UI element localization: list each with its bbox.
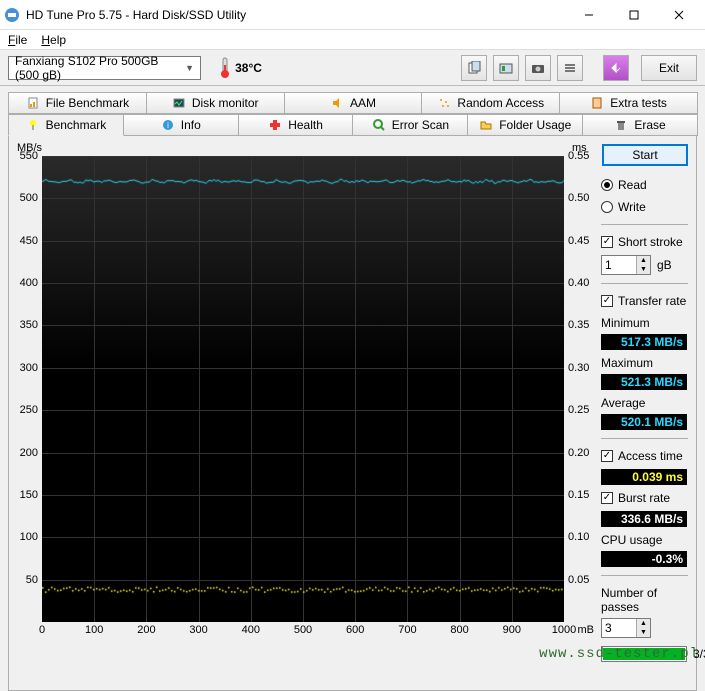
tab-file-benchmark[interactable]: File Benchmark bbox=[8, 92, 147, 114]
spin-up-icon[interactable]: ▲ bbox=[637, 619, 650, 628]
minimize-button[interactable] bbox=[566, 0, 611, 29]
chevron-down-icon: ▼ bbox=[185, 63, 194, 73]
info-icon: i bbox=[161, 118, 175, 132]
health-icon bbox=[268, 118, 282, 132]
check-icon: ✓ bbox=[601, 492, 613, 504]
num-passes-label: Number of passes bbox=[601, 586, 688, 614]
short-stroke-check[interactable]: ✓Short stroke bbox=[601, 233, 688, 251]
tab-extra-tests[interactable]: Extra tests bbox=[559, 92, 698, 114]
benchmark-icon bbox=[26, 118, 40, 132]
benchmark-content: MB/s 50100150200250300350400450500550 01… bbox=[8, 136, 697, 691]
burst-rate-value: 336.6 MB/s bbox=[601, 511, 687, 527]
watermark: www.ssd-tester.pl bbox=[539, 646, 699, 662]
temperature-value: 38°C bbox=[235, 61, 262, 75]
maximum-value: 521.3 MB/s bbox=[601, 374, 687, 390]
random-access-icon bbox=[437, 96, 451, 110]
check-icon: ✓ bbox=[601, 450, 613, 462]
svg-text:i: i bbox=[167, 121, 169, 130]
thermometer-icon bbox=[219, 57, 231, 79]
toolbar: Fanxiang S102 Pro 500GB (500 gB) ▼ 38°C … bbox=[0, 50, 705, 86]
tabs-row-bottom: Benchmark iInfo Health Error Scan Folder… bbox=[8, 114, 697, 136]
spin-down-icon[interactable]: ▼ bbox=[637, 265, 650, 274]
app-icon bbox=[4, 7, 20, 23]
check-icon: ✓ bbox=[601, 295, 613, 307]
cpu-usage-label: CPU usage bbox=[601, 533, 688, 547]
start-button[interactable]: Start bbox=[602, 144, 688, 166]
copy-info-button[interactable] bbox=[461, 55, 487, 81]
tab-aam[interactable]: AAM bbox=[284, 92, 423, 114]
short-stroke-input[interactable] bbox=[602, 258, 636, 272]
tab-benchmark[interactable]: Benchmark bbox=[8, 114, 124, 136]
short-stroke-unit: gB bbox=[657, 258, 672, 272]
chart-column: MB/s 50100150200250300350400450500550 01… bbox=[15, 142, 591, 688]
maximum-label: Maximum bbox=[601, 356, 688, 370]
read-radio-row[interactable]: Read bbox=[601, 176, 688, 194]
disk-monitor-icon bbox=[172, 96, 186, 110]
y-axis-right: ms 0.050.100.150.200.250.300.350.400.450… bbox=[564, 142, 591, 688]
radio-icon bbox=[601, 201, 613, 213]
temperature-display: 38°C bbox=[219, 57, 262, 79]
error-scan-icon bbox=[372, 118, 386, 132]
tabs-row-top: File Benchmark Disk monitor AAM Random A… bbox=[8, 92, 697, 114]
access-time-value: 0.039 ms bbox=[601, 469, 687, 485]
tab-info[interactable]: iInfo bbox=[123, 114, 239, 136]
drive-select[interactable]: Fanxiang S102 Pro 500GB (500 gB) ▼ bbox=[8, 56, 201, 80]
side-panel: Start Read Write ✓Short stroke ▲▼ gB ✓Tr… bbox=[591, 142, 688, 688]
transfer-rate-check[interactable]: ✓Transfer rate bbox=[601, 292, 688, 310]
folder-usage-icon bbox=[479, 118, 493, 132]
average-value: 520.1 MB/s bbox=[601, 414, 687, 430]
minimum-label: Minimum bbox=[601, 316, 688, 330]
spin-up-icon[interactable]: ▲ bbox=[637, 256, 650, 265]
y-axis-left: MB/s 50100150200250300350400450500550 bbox=[15, 142, 42, 688]
file-benchmark-icon bbox=[26, 96, 40, 110]
menubar: File Help bbox=[0, 30, 705, 50]
tab-folder-usage[interactable]: Folder Usage bbox=[467, 114, 583, 136]
cpu-usage-value: -0.3% bbox=[601, 551, 687, 567]
short-stroke-spinbox[interactable]: ▲▼ bbox=[601, 255, 651, 275]
erase-icon bbox=[614, 118, 628, 132]
extra-tests-icon bbox=[590, 96, 604, 110]
tab-random-access[interactable]: Random Access bbox=[421, 92, 560, 114]
options-button[interactable] bbox=[557, 55, 583, 81]
spin-down-icon[interactable]: ▼ bbox=[637, 628, 650, 637]
close-button[interactable] bbox=[656, 0, 701, 29]
screenshot-button[interactable] bbox=[525, 55, 551, 81]
tab-disk-monitor[interactable]: Disk monitor bbox=[146, 92, 285, 114]
copy-screenshot-button[interactable] bbox=[493, 55, 519, 81]
num-passes-spinbox[interactable]: ▲▼ bbox=[601, 618, 651, 638]
benchmark-chart: 01002003004005006007008009001000mB bbox=[42, 156, 564, 622]
write-radio-row[interactable]: Write bbox=[601, 198, 688, 216]
aam-icon bbox=[330, 96, 344, 110]
radio-icon bbox=[601, 179, 613, 191]
average-label: Average bbox=[601, 396, 688, 410]
tab-erase[interactable]: Erase bbox=[582, 114, 698, 136]
exit-button[interactable]: Exit bbox=[641, 55, 697, 81]
window-title: HD Tune Pro 5.75 - Hard Disk/SSD Utility bbox=[26, 8, 566, 22]
save-button[interactable] bbox=[603, 55, 629, 81]
access-time-check[interactable]: ✓Access time bbox=[601, 447, 688, 465]
check-icon: ✓ bbox=[601, 236, 613, 248]
titlebar: HD Tune Pro 5.75 - Hard Disk/SSD Utility bbox=[0, 0, 705, 30]
menu-help[interactable]: Help bbox=[41, 33, 66, 47]
menu-file[interactable]: File bbox=[8, 33, 27, 47]
tabs-area: File Benchmark Disk monitor AAM Random A… bbox=[0, 86, 705, 136]
tab-error-scan[interactable]: Error Scan bbox=[352, 114, 468, 136]
minimum-value: 517.3 MB/s bbox=[601, 334, 687, 350]
maximize-button[interactable] bbox=[611, 0, 656, 29]
num-passes-input[interactable] bbox=[602, 621, 636, 635]
tab-health[interactable]: Health bbox=[238, 114, 354, 136]
burst-rate-check[interactable]: ✓Burst rate bbox=[601, 489, 688, 507]
drive-select-value: Fanxiang S102 Pro 500GB (500 gB) bbox=[15, 54, 185, 82]
